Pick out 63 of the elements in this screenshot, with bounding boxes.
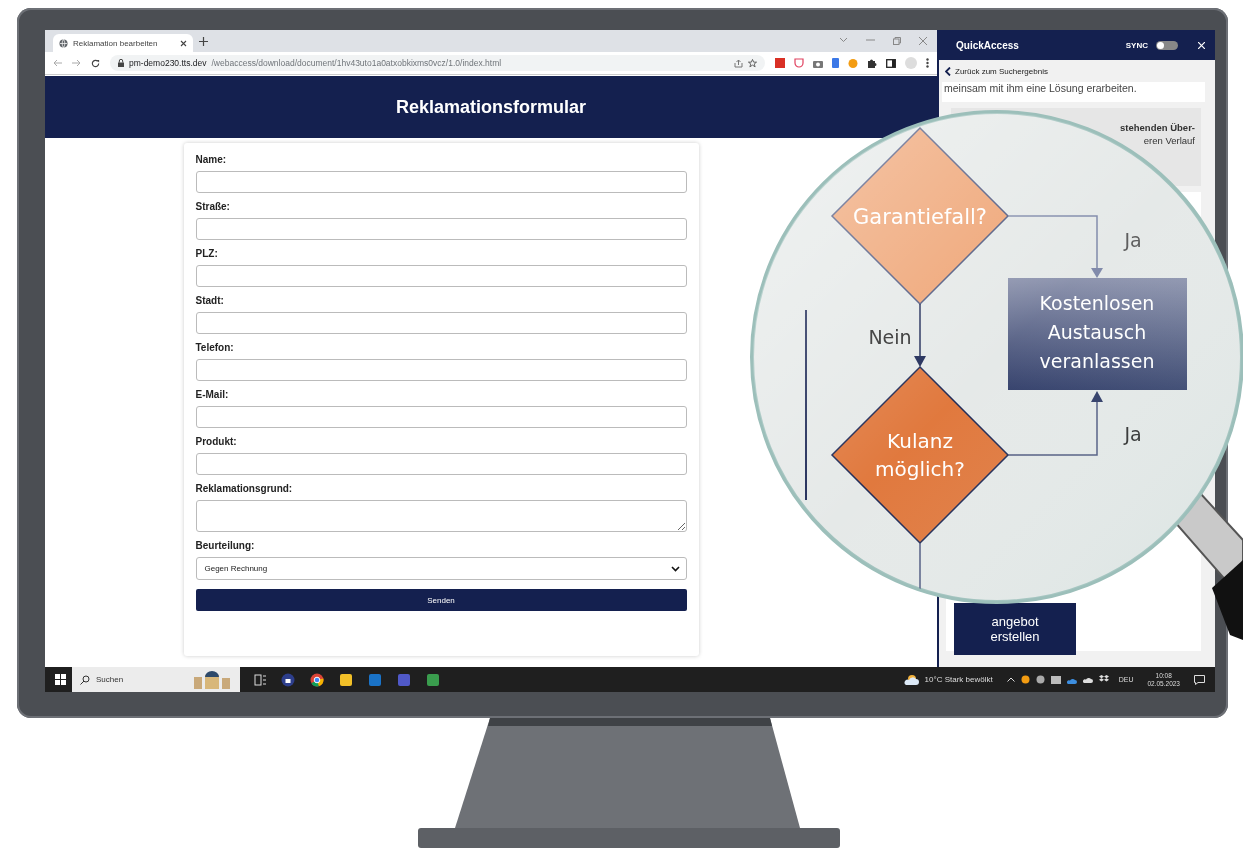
info-text: eren Verlauf <box>1143 135 1195 146</box>
close-icon[interactable] <box>180 39 187 47</box>
field-label: E-Mail: <box>195 389 230 401</box>
share-icon[interactable] <box>734 58 743 68</box>
new-tab-icon[interactable] <box>199 36 208 46</box>
decision-text: Kulanz möglich? <box>875 429 965 481</box>
yes-label: Ja <box>1124 229 1142 251</box>
address-field[interactable]: pm-demo230.tts.dev /webaccess/download/document/1hv43uto1a0atxobkixms0vcz/1.0/index.html <box>110 55 765 71</box>
windows-start-icon[interactable] <box>55 674 66 685</box>
node-text: angebot <box>991 614 1039 629</box>
fruit-icon[interactable] <box>1020 675 1030 684</box>
cloud-icon <box>902 674 919 685</box>
building-icon <box>192 670 232 689</box>
text-input-field[interactable] <box>195 312 687 334</box>
cloud-icon[interactable] <box>1082 676 1093 683</box>
sidebar-icon[interactable] <box>886 58 896 68</box>
article-text: meinsam mit ihm eine Lösung erarbeiten. <box>942 82 1205 102</box>
taskbar-search-field[interactable]: Suchen <box>72 667 240 692</box>
yes-label: Ja <box>1124 423 1142 445</box>
field-label: Straße: <box>195 201 231 213</box>
sync-label: SYNC <box>1125 40 1148 50</box>
reload-icon[interactable] <box>91 58 100 68</box>
field-label: Beurteilung: <box>195 540 256 552</box>
info-text: stehenden Über- <box>1120 122 1195 133</box>
action-text: Kostenlosen Austausch veranlassen <box>1039 292 1155 372</box>
text-input-field[interactable] <box>195 218 687 240</box>
browser-tab[interactable]: Reklamation bearbeiten <box>53 34 193 52</box>
chevron-left-icon <box>945 66 951 76</box>
chevron-down-icon[interactable] <box>839 37 848 43</box>
sync-toggle[interactable] <box>1156 40 1178 50</box>
camera-icon[interactable] <box>813 58 823 68</box>
restore-icon[interactable] <box>893 37 901 45</box>
no-label: Nein <box>868 326 912 348</box>
field-label: Reklamationsgrund: <box>195 483 294 495</box>
field-label: Stadt: <box>195 295 225 307</box>
puzzle-icon[interactable] <box>867 58 877 68</box>
task-view-icon[interactable] <box>254 673 266 686</box>
search-icon <box>80 674 90 685</box>
chevron-down-icon <box>670 565 680 572</box>
chevron-up-icon[interactable] <box>1006 677 1015 682</box>
field-label: Name: <box>195 154 228 166</box>
weather-text[interactable]: 10°C Stark bewölkt <box>924 675 993 684</box>
text-input-field[interactable] <box>195 359 687 381</box>
submit-button[interactable]: Senden <box>195 589 687 611</box>
star-icon[interactable] <box>748 58 757 68</box>
disc-icon[interactable] <box>1035 675 1045 684</box>
dropdown-field[interactable]: Gegen Rechnung <box>195 557 687 580</box>
field-label: Telefon: <box>195 342 235 354</box>
lock-icon <box>118 59 124 67</box>
text-input-field[interactable] <box>195 453 687 475</box>
page-title: Reklamationsformular <box>395 96 587 118</box>
decision-text: Garantiefall? <box>853 205 987 229</box>
text-input-field[interactable] <box>195 265 687 287</box>
notification-icon[interactable] <box>1194 674 1205 685</box>
globe-icon <box>59 38 68 48</box>
field-label: Produkt: <box>195 436 238 448</box>
text-input-field[interactable] <box>195 406 687 428</box>
more-icon[interactable] <box>926 58 929 68</box>
text-input-field[interactable] <box>195 171 687 193</box>
field-label: PLZ: <box>195 248 219 260</box>
node-text: erstellen <box>990 629 1040 644</box>
textarea-field[interactable] <box>195 500 687 532</box>
panel-title: QuickAccess <box>956 39 1020 51</box>
